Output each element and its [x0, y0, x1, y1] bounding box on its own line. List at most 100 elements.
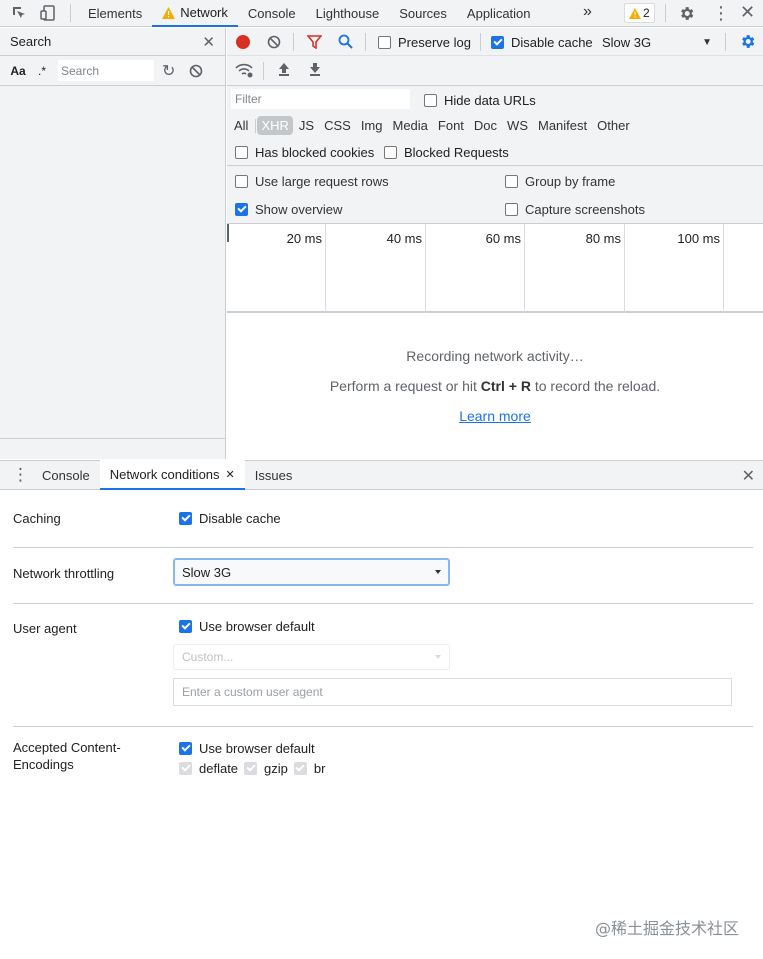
timeline-tick: 80 ms: [525, 224, 625, 313]
tab-label: Network conditions: [109, 466, 220, 482]
nc-disable-cache-checkbox[interactable]: Disable cache: [179, 511, 281, 526]
checkbox[interactable]: [491, 36, 504, 49]
filter-type-all[interactable]: All: [230, 116, 252, 135]
enc-browser-default-checkbox[interactable]: Use browser default: [179, 741, 315, 756]
timeline-overview[interactable]: 20 ms 40 ms 60 ms 80 ms 100 ms: [227, 224, 763, 313]
match-case-button[interactable]: Aa: [6, 64, 30, 78]
filter-input[interactable]: Filter: [231, 89, 410, 109]
tab-label: Application: [466, 6, 531, 21]
checkbox[interactable]: [378, 36, 391, 49]
search-icon[interactable]: [338, 34, 353, 49]
checkbox[interactable]: [505, 203, 518, 216]
filter-type-xhr[interactable]: XHR: [257, 116, 293, 135]
drawer-tab-issues[interactable]: Issues: [245, 460, 303, 490]
tab-label: Network: [180, 5, 228, 20]
blocked-requests-checkbox[interactable]: Blocked Requests: [384, 145, 509, 160]
tab-sources[interactable]: Sources: [389, 0, 457, 27]
capture-screenshots-checkbox[interactable]: Capture screenshots: [505, 202, 645, 217]
checkbox[interactable]: [293, 762, 307, 775]
filter-type-media[interactable]: Media: [388, 116, 431, 135]
filter-placeholder: Filter: [235, 92, 262, 106]
custom-user-agent-input[interactable]: Enter a custom user agent: [173, 678, 732, 706]
ua-custom-select[interactable]: Custom...: [173, 644, 450, 670]
timeline-tick: 100 ms: [625, 224, 724, 313]
device-toolbar-icon[interactable]: [37, 2, 59, 24]
encoding-deflate-checkbox[interactable]: deflate: [179, 761, 238, 776]
network-settings-icon[interactable]: [739, 33, 756, 50]
divider: [0, 438, 226, 439]
network-conditions-icon[interactable]: [235, 62, 253, 78]
more-tabs-icon[interactable]: »: [583, 3, 592, 21]
nc-throttling-select[interactable]: Slow 3G: [173, 558, 450, 586]
filter-type-other[interactable]: Other: [593, 116, 634, 135]
gear-icon[interactable]: [675, 2, 697, 24]
tab-label: Lighthouse: [315, 6, 380, 21]
filter-type-manifest[interactable]: Manifest: [534, 116, 591, 135]
encoding-gzip-checkbox[interactable]: gzip: [244, 761, 288, 776]
preserve-log-checkbox[interactable]: Preserve log: [378, 35, 471, 50]
filter-type-js[interactable]: JS: [295, 116, 318, 135]
disable-cache-checkbox[interactable]: Disable cache: [491, 35, 593, 50]
hint-prefix: Perform a request or hit: [329, 378, 481, 394]
inspect-element-icon[interactable]: [8, 2, 30, 24]
drawer-tab-console[interactable]: Console: [32, 460, 100, 490]
filter-icon[interactable]: [307, 35, 322, 49]
clear-search-icon[interactable]: [189, 64, 203, 78]
network-toolbar-secondary: [227, 56, 763, 86]
throttling-select[interactable]: Slow 3G ▼: [602, 35, 712, 50]
learn-more-link[interactable]: Learn more: [459, 408, 531, 424]
close-drawer-icon[interactable]: ✕: [742, 466, 755, 486]
search-input[interactable]: Search: [58, 60, 154, 81]
filter-type-img[interactable]: Img: [357, 116, 387, 135]
close-tab-icon[interactable]: ✕: [226, 468, 235, 481]
checkbox[interactable]: [179, 742, 192, 755]
show-overview-checkbox[interactable]: Show overview: [235, 202, 342, 217]
filter-type-css[interactable]: CSS: [320, 116, 355, 135]
tab-network[interactable]: Network: [152, 0, 238, 27]
close-devtools-icon[interactable]: ✕: [740, 1, 755, 23]
hide-data-urls-label: Hide data URLs: [444, 93, 536, 108]
record-button[interactable]: [236, 35, 250, 49]
tab-application[interactable]: Application: [457, 0, 541, 27]
checkbox[interactable]: [179, 762, 192, 775]
filter-type-ws[interactable]: WS: [503, 116, 532, 135]
checkbox[interactable]: [384, 146, 397, 159]
checkbox[interactable]: [179, 512, 192, 525]
large-rows-checkbox[interactable]: Use large request rows: [235, 174, 389, 189]
blocked-cookies-checkbox[interactable]: Has blocked cookies: [235, 145, 374, 160]
refresh-icon[interactable]: ↻: [162, 61, 175, 81]
checkbox[interactable]: [235, 203, 248, 216]
search-panel-title: Search: [10, 34, 52, 49]
checkbox[interactable]: [244, 762, 258, 775]
export-har-icon[interactable]: [308, 61, 322, 77]
checkbox[interactable]: [179, 620, 192, 633]
filter-type-doc[interactable]: Doc: [470, 116, 501, 135]
ua-browser-default-checkbox[interactable]: Use browser default: [179, 619, 315, 634]
tick-label: 20 ms: [286, 231, 322, 246]
toolbar-divider: [293, 33, 294, 51]
timeline-tick: 40 ms: [326, 224, 426, 313]
hide-data-urls-checkbox[interactable]: Hide data URLs: [424, 93, 536, 108]
filter-type-font[interactable]: Font: [434, 116, 468, 135]
regex-button[interactable]: .*: [30, 64, 54, 78]
more-options-icon[interactable]: ⋮: [712, 2, 730, 24]
drawer-menu-icon[interactable]: ⋮: [12, 465, 32, 485]
import-har-icon[interactable]: [277, 61, 291, 77]
checkbox[interactable]: [505, 175, 518, 188]
clear-icon[interactable]: [267, 35, 281, 49]
warnings-count: 2: [643, 6, 650, 20]
drawer-tab-network-conditions[interactable]: Network conditions ✕: [99, 460, 245, 490]
resource-type-filters: All XHR JS CSS Img Media Font Doc WS Man…: [230, 116, 636, 135]
checkbox[interactable]: [235, 175, 248, 188]
close-icon[interactable]: ✕: [202, 33, 215, 51]
checkbox[interactable]: [424, 94, 437, 107]
tab-console[interactable]: Console: [238, 0, 306, 27]
checkbox[interactable]: [235, 146, 248, 159]
group-by-frame-checkbox[interactable]: Group by frame: [505, 174, 615, 189]
group-by-frame-label: Group by frame: [525, 174, 616, 189]
search-placeholder: Search: [61, 63, 100, 78]
encoding-br-checkbox[interactable]: br: [293, 761, 325, 776]
tab-lighthouse[interactable]: Lighthouse: [306, 0, 390, 27]
issues-counter-button[interactable]: 2: [624, 3, 655, 23]
tab-elements[interactable]: Elements: [78, 0, 152, 27]
